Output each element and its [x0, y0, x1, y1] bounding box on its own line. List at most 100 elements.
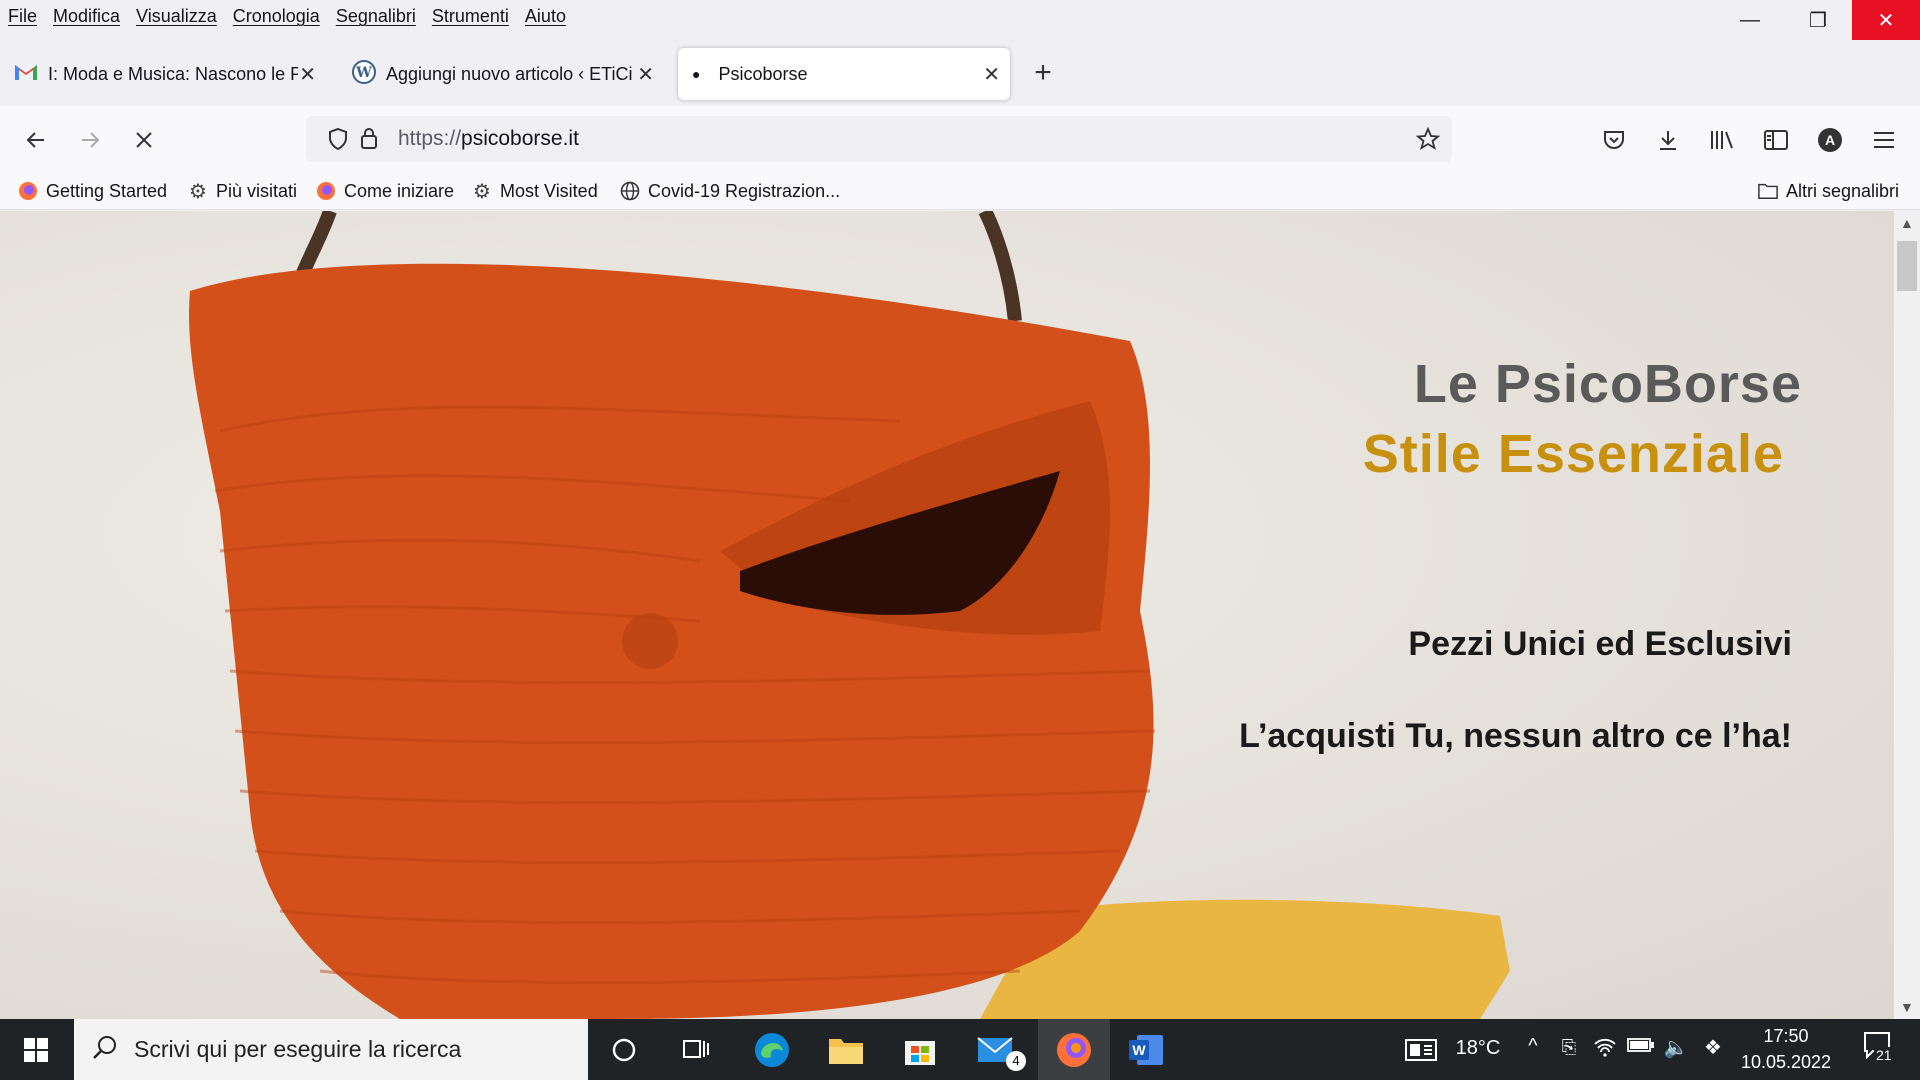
firefox-icon — [316, 181, 336, 201]
word-icon[interactable]: W — [1116, 1025, 1176, 1075]
mail-icon[interactable]: 4 — [966, 1025, 1026, 1075]
new-tab-button[interactable]: + — [1028, 58, 1058, 90]
gear-icon: ⚙ — [473, 180, 491, 203]
shield-icon[interactable] — [326, 127, 350, 156]
nav-bar: https://psicoborse.it A — [0, 106, 1920, 172]
tab-gmail[interactable]: I: Moda e Musica: Nascono le Ps ✕ — [8, 48, 326, 100]
loading-dot-icon: ● — [692, 66, 701, 82]
menu-bar: File Modifica Visualizza Cronologia Segn… — [0, 0, 1920, 32]
close-window-button[interactable]: ✕ — [1852, 0, 1920, 40]
search-icon — [92, 1034, 118, 1065]
bookmark-label: Come iniziare — [344, 180, 455, 201]
tab-wordpress[interactable]: W Aggiungi nuovo articolo ‹ ETiCi ✕ — [346, 48, 664, 100]
tab-title: Psicoborse — [718, 63, 808, 84]
bookmark-label: Altri segnalibri — [1786, 180, 1900, 201]
news-weather-icon[interactable] — [1398, 1025, 1444, 1075]
svg-text:W: W — [1132, 1042, 1146, 1058]
lock-icon[interactable] — [358, 126, 380, 155]
tab-psicoborse[interactable]: ● Psicoborse ✕ — [678, 48, 1010, 100]
sidebar-icon[interactable] — [1756, 120, 1796, 160]
bookmark-come-iniziare[interactable]: Come iniziare — [316, 178, 454, 204]
menu-cronologia[interactable]: Cronologia — [225, 1, 328, 31]
menu-file[interactable]: File — [0, 1, 45, 31]
taskbar-search[interactable]: Scrivi qui per eseguire la ricerca — [74, 1019, 588, 1080]
hamburger-menu-icon[interactable] — [1864, 120, 1904, 160]
scroll-down-icon[interactable]: ▼ — [1900, 999, 1914, 1015]
url-text[interactable]: https://psicoborse.it — [398, 127, 579, 151]
forward-button[interactable] — [70, 120, 110, 160]
meet-now-icon[interactable]: ⎘ — [1556, 1037, 1582, 1058]
menu-strumenti[interactable]: Strumenti — [424, 1, 517, 31]
bookmark-piu-visitati[interactable]: ⚙ Più visitati — [188, 178, 297, 204]
hero-tagline-2: L’acquisti Tu, nessun altro ce l’ha! — [1239, 717, 1792, 755]
svg-text:W: W — [355, 65, 372, 81]
close-icon[interactable]: ✕ — [299, 62, 316, 87]
hero-tagline-1: Pezzi Unici ed Esclusivi — [1408, 625, 1792, 663]
edge-icon[interactable] — [742, 1025, 802, 1075]
wifi-icon[interactable] — [1592, 1037, 1618, 1062]
task-view-icon[interactable] — [666, 1025, 726, 1075]
scroll-up-icon[interactable]: ▲ — [1900, 215, 1914, 231]
notification-center-icon[interactable]: 21 — [1856, 1031, 1900, 1064]
forward-arrow-icon — [82, 132, 100, 148]
hero-subtitle: Stile Essenziale — [1362, 424, 1784, 484]
download-icon[interactable] — [1648, 120, 1688, 160]
clock-date[interactable]: 10.05.2022 — [1738, 1052, 1834, 1073]
search-placeholder: Scrivi qui per eseguire la ricerca — [134, 1036, 462, 1062]
firefox-taskbar-icon[interactable] — [1038, 1019, 1110, 1080]
clock-time[interactable]: 17:50 — [1738, 1026, 1834, 1047]
gear-icon: ⚙ — [189, 180, 207, 203]
windows-start-icon[interactable] — [6, 1025, 66, 1075]
other-bookmarks[interactable]: Altri segnalibri — [1758, 178, 1899, 204]
bookmark-star-icon[interactable] — [1415, 126, 1441, 156]
mail-badge: 4 — [1006, 1051, 1026, 1071]
bookmark-covid[interactable]: Covid-19 Registrazion... — [620, 178, 840, 204]
menu-visualizza[interactable]: Visualizza — [128, 1, 225, 31]
taskbar: Scrivi qui per eseguire la ricerca 4 W 1… — [0, 1019, 1920, 1080]
weather-text[interactable]: 18°C — [1450, 1037, 1506, 1060]
close-icon[interactable]: ✕ — [637, 62, 654, 87]
bookmark-label: Getting Started — [46, 180, 168, 201]
back-arrow-icon — [26, 132, 44, 148]
minimize-button[interactable]: — — [1716, 0, 1784, 40]
tab-bar: I: Moda e Musica: Nascono le Ps ✕ W Aggi… — [0, 44, 1920, 104]
hero-title: Le PsicoBorse — [1413, 354, 1802, 414]
stop-button[interactable] — [124, 120, 164, 160]
battery-icon[interactable] — [1626, 1037, 1656, 1058]
scrollbar-thumb[interactable] — [1897, 241, 1917, 291]
svg-text:A: A — [1825, 132, 1835, 148]
url-bar[interactable]: https://psicoborse.it — [306, 116, 1452, 162]
folder-icon — [1758, 181, 1778, 201]
hero-image — [189, 211, 1510, 1019]
bookmark-label: Più visitati — [216, 180, 298, 201]
restore-button[interactable]: ❐ — [1784, 0, 1852, 40]
page-content: Le PsicoBorse Stile Essenziale Pezzi Uni… — [0, 211, 1894, 1019]
bookmark-label: Covid-19 Registrazion... — [648, 180, 841, 201]
wordpress-icon: W — [352, 59, 376, 89]
file-explorer-icon[interactable] — [816, 1025, 876, 1075]
close-icon[interactable]: ✕ — [983, 62, 1000, 87]
menu-segnalibri[interactable]: Segnalibri — [328, 1, 424, 31]
account-icon[interactable]: A — [1810, 120, 1850, 160]
volume-icon[interactable]: 🔈 — [1662, 1035, 1690, 1060]
bookmark-getting-started[interactable]: Getting Started — [18, 178, 167, 204]
firefox-icon — [18, 181, 38, 201]
tab-title: Aggiungi nuovo articolo ‹ ETiCi — [386, 63, 633, 84]
microsoft-store-icon[interactable] — [890, 1025, 950, 1075]
gmail-icon — [14, 63, 38, 86]
globe-icon — [620, 181, 640, 201]
dropbox-icon[interactable]: ❖ — [1698, 1035, 1728, 1060]
cortana-icon[interactable] — [594, 1025, 654, 1075]
bookmark-label: Most Visited — [500, 180, 598, 201]
page-scrollbar[interactable]: ▲ ▼ — [1894, 211, 1920, 1019]
pocket-icon[interactable] — [1594, 120, 1634, 160]
bookmark-most-visited[interactable]: ⚙ Most Visited — [472, 178, 598, 204]
bookmarks-bar: Getting Started ⚙ Più visitati Come iniz… — [0, 172, 1920, 210]
library-icon[interactable] — [1702, 120, 1742, 160]
chevron-up-icon[interactable]: ^ — [1520, 1035, 1546, 1058]
back-button[interactable] — [16, 120, 56, 160]
bag-handle-right — [978, 211, 1022, 322]
stop-icon — [136, 132, 152, 148]
menu-aiuto[interactable]: Aiuto — [517, 1, 574, 31]
menu-modifica[interactable]: Modifica — [45, 1, 128, 31]
